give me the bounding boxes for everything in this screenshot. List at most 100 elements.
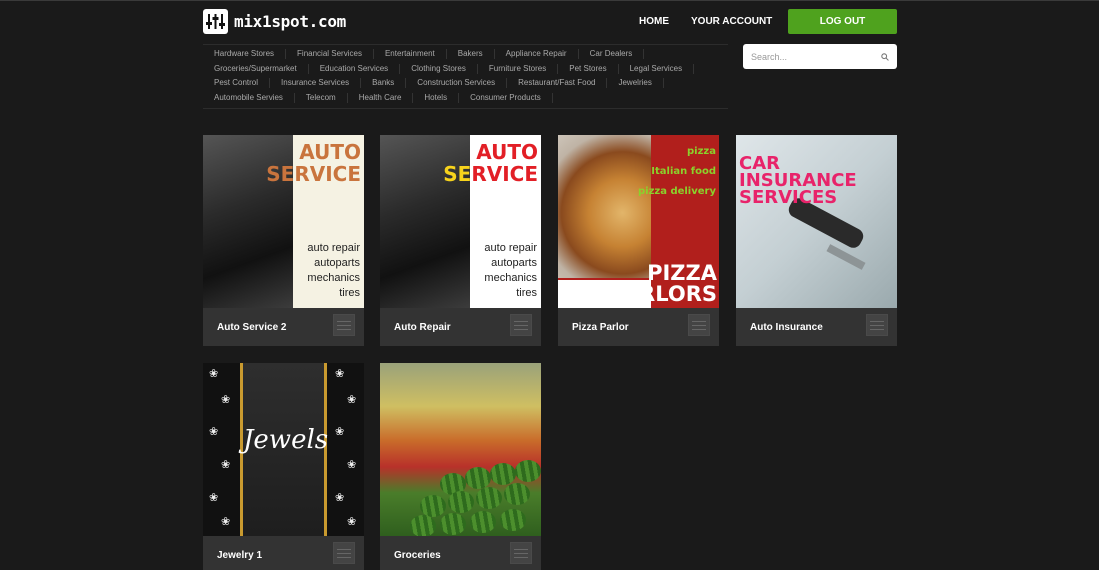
watermelon-shape bbox=[410, 515, 436, 536]
image-tag: Italian food bbox=[651, 166, 716, 177]
flower-icon: ❀ bbox=[221, 516, 231, 528]
image-tag: pizza delivery bbox=[637, 186, 716, 197]
watermelon-shape bbox=[504, 483, 530, 505]
category-row: Automobile Servies Telecom Health Care H… bbox=[203, 91, 728, 106]
category-link[interactable]: Pest Control bbox=[203, 78, 271, 89]
watermelon-shape bbox=[470, 511, 496, 533]
template-card[interactable]: pizza Italian food pizza delivery PIZZA … bbox=[558, 135, 719, 346]
headline-line: SERVICE bbox=[443, 162, 538, 186]
category-link[interactable]: Telecom bbox=[295, 92, 348, 103]
search-box bbox=[743, 44, 897, 69]
nav-home-link[interactable]: HOME bbox=[639, 16, 669, 27]
category-link[interactable]: Automobile Servies bbox=[203, 92, 295, 103]
search-icon[interactable] bbox=[881, 48, 889, 66]
card-thumbnail[interactable]: ❀ ❀ ❀ ❀ ❀ ❀ ❀ ❀ ❀ ❀ ❀ ❀ Jewels bbox=[203, 363, 364, 536]
category-row: Hardware Stores Financial Services Enter… bbox=[203, 47, 728, 62]
card-image-tags: pizza Italian food pizza delivery bbox=[638, 142, 716, 202]
card-image-headline: CAR INSURANCE SERVICES bbox=[739, 155, 857, 208]
watermelon-shape bbox=[420, 495, 446, 517]
search-input[interactable] bbox=[751, 51, 871, 62]
menu-icon[interactable] bbox=[510, 314, 532, 336]
category-link[interactable]: Construction Services bbox=[406, 78, 508, 89]
site-logo[interactable]: mix1spot.com bbox=[203, 9, 346, 34]
category-link[interactable]: Banks bbox=[361, 78, 407, 89]
headline-line: AUTO bbox=[299, 140, 361, 164]
category-link[interactable]: Financial Services bbox=[286, 49, 374, 60]
card-footer: Auto Service 2 bbox=[203, 308, 364, 346]
category-link[interactable]: Consumer Products bbox=[459, 92, 553, 103]
category-link[interactable]: Clothing Stores bbox=[400, 63, 478, 74]
card-thumbnail[interactable] bbox=[380, 363, 541, 536]
card-thumbnail[interactable]: AUTO SERVICE auto repair autoparts mecha… bbox=[203, 135, 364, 308]
watermelon-shape bbox=[490, 463, 516, 485]
top-border bbox=[0, 0, 1099, 1]
flower-icon: ❀ bbox=[209, 426, 219, 438]
category-link[interactable]: Car Dealers bbox=[579, 49, 645, 60]
menu-icon[interactable] bbox=[866, 314, 888, 336]
image-line: mechanics bbox=[484, 272, 537, 284]
logout-button[interactable]: LOG OUT bbox=[788, 9, 897, 34]
category-link[interactable]: Hotels bbox=[413, 92, 460, 103]
category-link[interactable]: Jewelries bbox=[607, 78, 664, 89]
category-link[interactable]: Legal Services bbox=[619, 63, 695, 74]
image-tag: pizza bbox=[687, 146, 716, 157]
menu-icon[interactable] bbox=[688, 314, 710, 336]
image-line: auto repair bbox=[484, 242, 537, 254]
card-title[interactable]: Auto Service 2 bbox=[217, 322, 286, 333]
card-thumbnail[interactable]: AUTO SERVICE auto repair autoparts mecha… bbox=[380, 135, 541, 308]
card-title[interactable]: Jewelry 1 bbox=[217, 550, 262, 561]
category-link[interactable]: Hardware Stores bbox=[203, 49, 287, 60]
card-footer: Auto Insurance bbox=[736, 308, 897, 346]
headline-line: AUTO bbox=[476, 140, 538, 164]
category-row: Pest Control Insurance Services Banks Co… bbox=[203, 76, 728, 91]
menu-icon[interactable] bbox=[510, 542, 532, 564]
image-line: autoparts bbox=[491, 257, 537, 269]
headline-line: PARLORS bbox=[609, 282, 717, 306]
category-link[interactable]: Entertainment bbox=[374, 49, 447, 60]
card-footer: Jewelry 1 bbox=[203, 536, 364, 570]
mixer-icon bbox=[203, 9, 228, 34]
card-title[interactable]: Auto Repair bbox=[394, 322, 451, 333]
card-thumbnail[interactable]: CAR INSURANCE SERVICES bbox=[736, 135, 897, 308]
card-title[interactable]: Groceries bbox=[394, 550, 441, 561]
template-card[interactable]: ❀ ❀ ❀ ❀ ❀ ❀ ❀ ❀ ❀ ❀ ❀ ❀ Jewels Jewelry 1 bbox=[203, 363, 364, 570]
category-link[interactable]: Bakers bbox=[447, 49, 495, 60]
card-image-headline: Jewels bbox=[243, 425, 329, 455]
template-card[interactable]: Groceries bbox=[380, 363, 541, 570]
watermelon-shape bbox=[500, 509, 526, 531]
card-title[interactable]: Auto Insurance bbox=[750, 322, 823, 333]
category-link[interactable]: Groceries/Supermarket bbox=[203, 63, 309, 74]
flower-icon: ❀ bbox=[209, 492, 219, 504]
headline-line: SERVICE bbox=[266, 162, 361, 186]
card-footer: Pizza Parlor bbox=[558, 308, 719, 346]
watermelon-shape bbox=[476, 487, 502, 509]
category-link[interactable]: Furniture Stores bbox=[478, 63, 559, 74]
headline-line: PIZZA bbox=[647, 261, 717, 285]
menu-icon[interactable] bbox=[333, 542, 355, 564]
flower-icon: ❀ bbox=[347, 459, 357, 471]
template-card[interactable]: AUTO SERVICE auto repair autoparts mecha… bbox=[380, 135, 541, 346]
card-thumbnail[interactable]: pizza Italian food pizza delivery PIZZA … bbox=[558, 135, 719, 308]
category-link[interactable]: Education Services bbox=[309, 63, 401, 74]
flower-icon: ❀ bbox=[221, 394, 231, 406]
nav-account-link[interactable]: YOUR ACCOUNT bbox=[691, 16, 772, 27]
template-card[interactable]: AUTO SERVICE auto repair autoparts mecha… bbox=[203, 135, 364, 346]
category-link[interactable]: Health Care bbox=[348, 92, 414, 103]
watermelon-shape bbox=[515, 460, 541, 482]
card-image-list: auto repair autoparts mechanics tires bbox=[307, 241, 360, 301]
card-title[interactable]: Pizza Parlor bbox=[572, 322, 629, 333]
template-card[interactable]: CAR INSURANCE SERVICES Auto Insurance bbox=[736, 135, 897, 346]
category-link[interactable]: Appliance Repair bbox=[495, 49, 579, 60]
flower-icon: ❀ bbox=[221, 459, 231, 471]
flower-icon: ❀ bbox=[347, 516, 357, 528]
watermelon-shape bbox=[440, 513, 466, 535]
site-name: mix1spot.com bbox=[234, 12, 346, 31]
menu-icon[interactable] bbox=[333, 314, 355, 336]
headline-line: SERVICES bbox=[739, 187, 838, 208]
category-link[interactable]: Pet Stores bbox=[558, 63, 619, 74]
category-link[interactable]: Restaurant/Fast Food bbox=[507, 78, 608, 89]
image-line: tires bbox=[339, 287, 360, 299]
watermelon-shape bbox=[465, 467, 491, 489]
category-link[interactable]: Insurance Services bbox=[270, 78, 362, 89]
card-footer: Groceries bbox=[380, 536, 541, 570]
